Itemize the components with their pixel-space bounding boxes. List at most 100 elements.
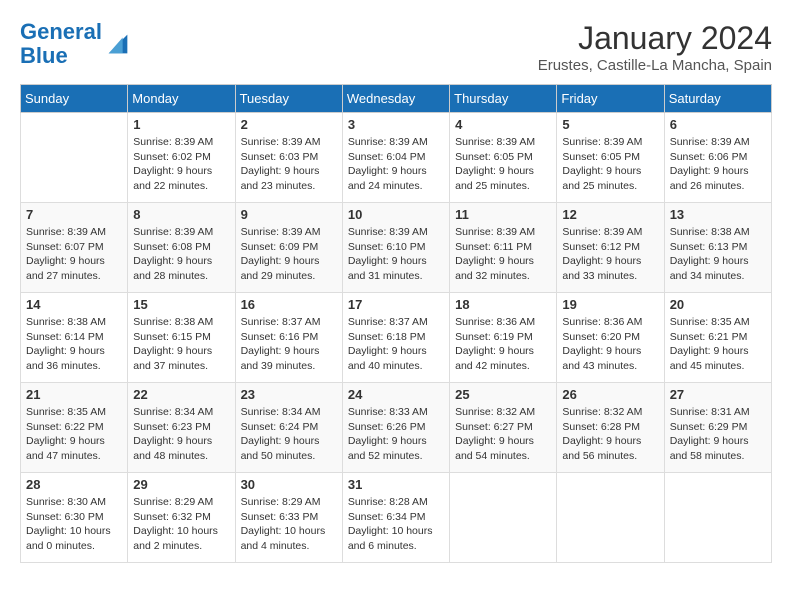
cell-detail: Sunrise: 8:39 AMSunset: 6:06 PMDaylight:… [670,135,766,194]
cell-detail: Sunrise: 8:39 AMSunset: 6:08 PMDaylight:… [133,225,229,284]
weekday-header-row: SundayMondayTuesdayWednesdayThursdayFrid… [21,85,772,113]
week-row-2: 7 Sunrise: 8:39 AMSunset: 6:07 PMDaylight… [21,203,772,293]
cell-detail: Sunrise: 8:38 AMSunset: 6:13 PMDaylight:… [670,225,766,284]
calendar-cell: 18Sunrise: 8:36 AMSunset: 6:19 PMDayligh… [450,293,557,383]
cell-detail: Sunrise: 8:39 AMSunset: 6:12 PMDaylight:… [562,225,658,284]
week-row-3: 14 Sunrise: 8:38 AMSunset: 6:14 PMDayligh… [21,293,772,383]
cell-detail: Sunrise: 8:39 AMSunset: 6:10 PMDaylight:… [348,225,444,284]
weekday-header-thursday: Thursday [450,85,557,113]
cell-detail: Sunrise: 8:28 AMSunset: 6:34 PMDaylight:… [348,495,444,554]
calendar-cell: 4 Sunrise: 8:39 AMSunset: 6:05 PMDaylight… [450,113,557,203]
calendar-cell: 24 Sunrise: 8:33 AMSunset: 6:26 PMDayligh… [342,383,449,473]
logo-general: General [20,19,102,44]
cell-detail: Sunrise: 8:39 AMSunset: 6:04 PMDaylight:… [348,135,444,194]
calendar-cell: 17Sunrise: 8:37 AMSunset: 6:18 PMDayligh… [342,293,449,383]
cell-detail: Sunrise: 8:35 AMSunset: 6:21 PMDaylight:… [670,315,766,374]
day-number: 12 [562,207,658,222]
day-number: 27 [670,387,766,402]
day-number: 21 [26,387,122,402]
week-row-1: 1 Sunrise: 8:39 AMSunset: 6:02 PMDaylight… [21,113,772,203]
cell-detail: Sunrise: 8:39 AMSunset: 6:11 PMDaylight:… [455,225,551,284]
cell-detail: Sunrise: 8:31 AMSunset: 6:29 PMDaylight:… [670,405,766,464]
logo-icon [104,30,132,58]
calendar-cell [664,473,771,563]
calendar-cell: 15 Sunrise: 8:38 AMSunset: 6:15 PMDayligh… [128,293,235,383]
day-number: 15 [133,297,229,312]
cell-detail: Sunrise: 8:34 AMSunset: 6:24 PMDaylight:… [241,405,337,464]
day-number: 7 [26,207,122,222]
day-number: 8 [133,207,229,222]
logo: General Blue [20,20,132,68]
calendar-cell: 16Sunrise: 8:37 AMSunset: 6:16 PMDayligh… [235,293,342,383]
cell-detail: Sunrise: 8:39 AMSunset: 6:02 PMDaylight:… [133,135,229,194]
day-number: 18 [455,297,551,312]
month-title: January 2024 [538,20,772,57]
day-number: 19 [562,297,658,312]
cell-detail: Sunrise: 8:39 AMSunset: 6:03 PMDaylight:… [241,135,337,194]
calendar-cell: 12 Sunrise: 8:39 AMSunset: 6:12 PMDayligh… [557,203,664,293]
calendar-cell: 20 Sunrise: 8:35 AMSunset: 6:21 PMDayligh… [664,293,771,383]
day-number: 2 [241,117,337,132]
cell-detail: Sunrise: 8:38 AMSunset: 6:14 PMDaylight:… [26,315,122,374]
day-number: 1 [133,117,229,132]
day-number: 11 [455,207,551,222]
title-block: January 2024 Erustes, Castille-La Mancha… [538,20,772,74]
day-number: 20 [670,297,766,312]
day-number: 14 [26,297,122,312]
day-number: 10 [348,207,444,222]
calendar-cell: 10 Sunrise: 8:39 AMSunset: 6:10 PMDayligh… [342,203,449,293]
day-number: 26 [562,387,658,402]
calendar-table: SundayMondayTuesdayWednesdayThursdayFrid… [20,84,772,563]
weekday-header-monday: Monday [128,85,235,113]
calendar-cell: 26 Sunrise: 8:32 AMSunset: 6:28 PMDayligh… [557,383,664,473]
day-number: 23 [241,387,337,402]
calendar-cell: 13Sunrise: 8:38 AMSunset: 6:13 PMDayligh… [664,203,771,293]
calendar-cell: 29Sunrise: 8:29 AMSunset: 6:32 PMDayligh… [128,473,235,563]
cell-detail: Sunrise: 8:39 AMSunset: 6:05 PMDaylight:… [455,135,551,194]
week-row-5: 28 Sunrise: 8:30 AMSunset: 6:30 PMDayligh… [21,473,772,563]
cell-detail: Sunrise: 8:33 AMSunset: 6:26 PMDaylight:… [348,405,444,464]
weekday-header-wednesday: Wednesday [342,85,449,113]
logo-text: General Blue [20,20,102,68]
calendar-cell: 5Sunrise: 8:39 AMSunset: 6:05 PMDaylight… [557,113,664,203]
weekday-header-tuesday: Tuesday [235,85,342,113]
cell-detail: Sunrise: 8:30 AMSunset: 6:30 PMDaylight:… [26,495,122,554]
calendar-cell: 25Sunrise: 8:32 AMSunset: 6:27 PMDayligh… [450,383,557,473]
day-number: 30 [241,477,337,492]
weekday-header-saturday: Saturday [664,85,771,113]
cell-detail: Sunrise: 8:29 AMSunset: 6:33 PMDaylight:… [241,495,337,554]
calendar-cell: 3 Sunrise: 8:39 AMSunset: 6:04 PMDaylight… [342,113,449,203]
calendar-cell: 14 Sunrise: 8:38 AMSunset: 6:14 PMDayligh… [21,293,128,383]
cell-detail: Sunrise: 8:36 AMSunset: 6:20 PMDaylight:… [562,315,658,374]
calendar-cell: 23 Sunrise: 8:34 AMSunset: 6:24 PMDayligh… [235,383,342,473]
day-number: 31 [348,477,444,492]
location: Erustes, Castille-La Mancha, Spain [538,57,772,74]
day-number: 24 [348,387,444,402]
cell-detail: Sunrise: 8:37 AMSunset: 6:18 PMDaylight:… [348,315,444,374]
calendar-cell: 30 Sunrise: 8:29 AMSunset: 6:33 PMDayligh… [235,473,342,563]
page-header: General Blue January 2024 Erustes, Casti… [20,20,772,74]
day-number: 6 [670,117,766,132]
day-number: 22 [133,387,229,402]
cell-detail: Sunrise: 8:32 AMSunset: 6:27 PMDaylight:… [455,405,551,464]
day-number: 3 [348,117,444,132]
cell-detail: Sunrise: 8:35 AMSunset: 6:22 PMDaylight:… [26,405,122,464]
weekday-header-friday: Friday [557,85,664,113]
logo-blue: Blue [20,43,68,68]
cell-detail: Sunrise: 8:39 AMSunset: 6:09 PMDaylight:… [241,225,337,284]
day-number: 4 [455,117,551,132]
cell-detail: Sunrise: 8:38 AMSunset: 6:15 PMDaylight:… [133,315,229,374]
cell-detail: Sunrise: 8:34 AMSunset: 6:23 PMDaylight:… [133,405,229,464]
cell-detail: Sunrise: 8:32 AMSunset: 6:28 PMDaylight:… [562,405,658,464]
cell-detail: Sunrise: 8:39 AMSunset: 6:07 PMDaylight:… [26,225,122,284]
calendar-cell [21,113,128,203]
cell-detail: Sunrise: 8:39 AMSunset: 6:05 PMDaylight:… [562,135,658,194]
calendar-cell: 21 Sunrise: 8:35 AMSunset: 6:22 PMDayligh… [21,383,128,473]
cell-detail: Sunrise: 8:37 AMSunset: 6:16 PMDaylight:… [241,315,337,374]
day-number: 28 [26,477,122,492]
calendar-cell: 8 Sunrise: 8:39 AMSunset: 6:08 PMDaylight… [128,203,235,293]
day-number: 29 [133,477,229,492]
calendar-cell: 1 Sunrise: 8:39 AMSunset: 6:02 PMDaylight… [128,113,235,203]
calendar-cell [450,473,557,563]
calendar-cell [557,473,664,563]
